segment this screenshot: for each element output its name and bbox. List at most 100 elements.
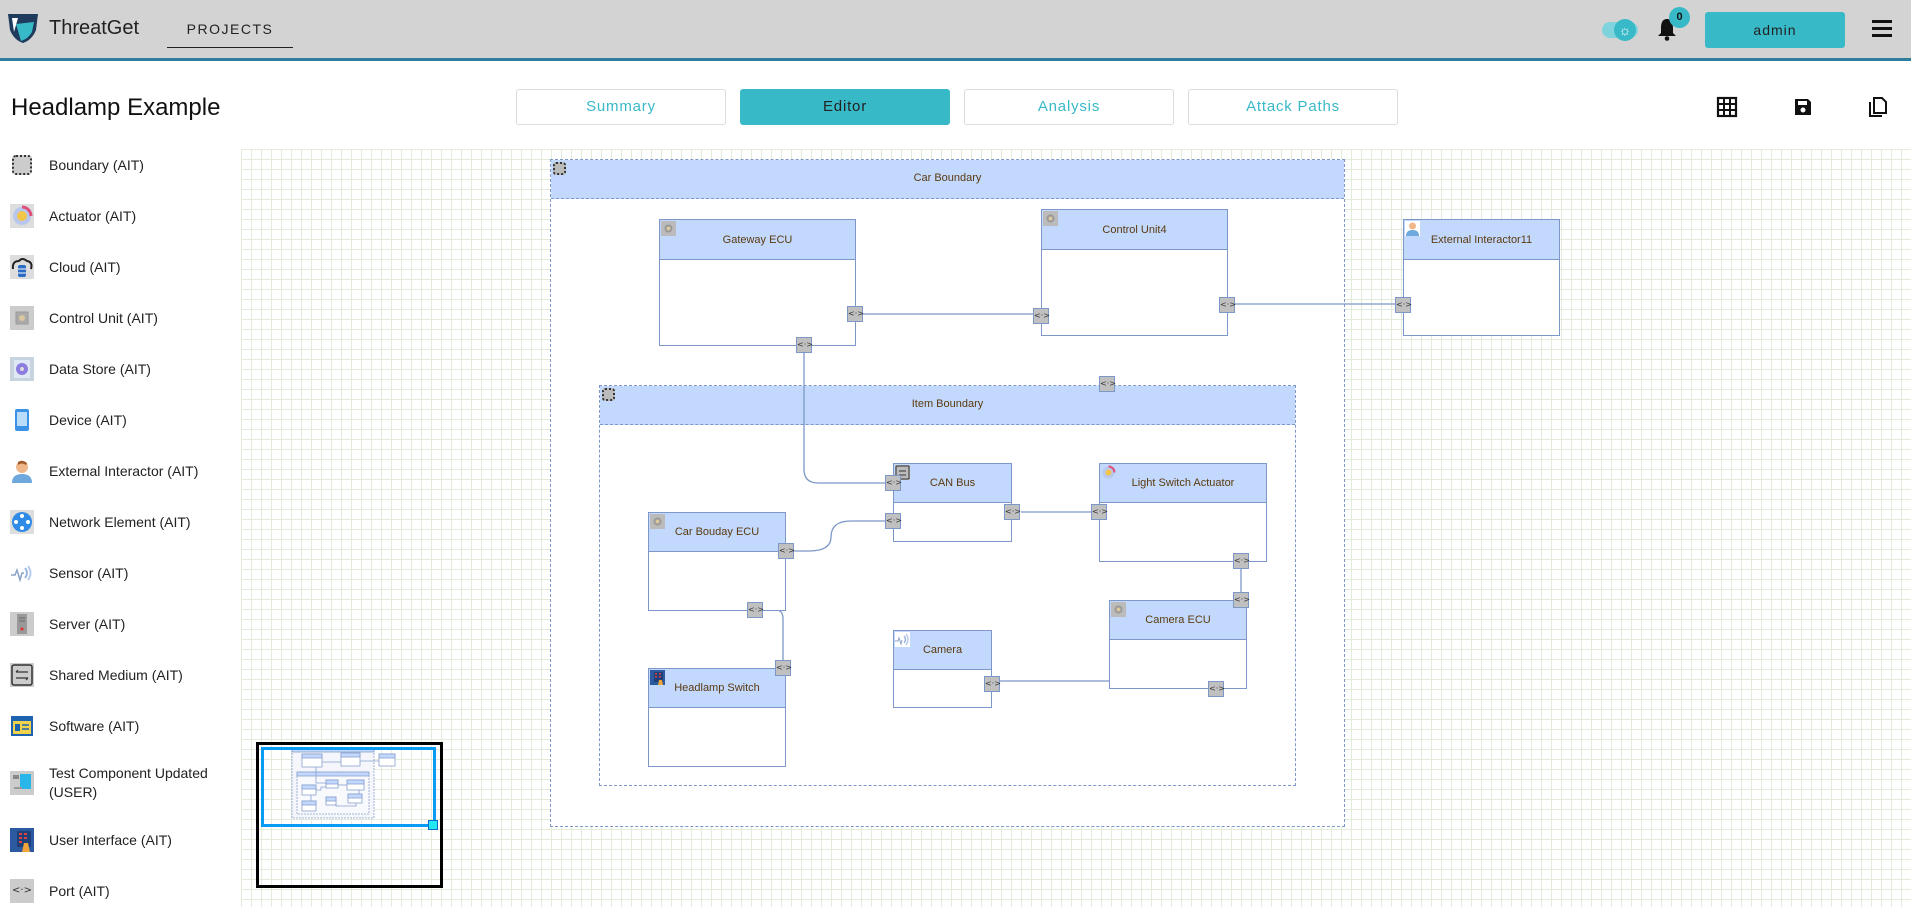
actuator-icon [1102, 465, 1116, 479]
palette-item-user-interface[interactable]: User Interface (AIT) [10, 825, 224, 855]
port-gateway-right[interactable]: <·> [847, 306, 864, 322]
palette-item-cloud[interactable]: Cloud (AIT) [10, 252, 224, 282]
connection-gateway-canbus[interactable] [803, 345, 895, 484]
tab-analysis[interactable]: Analysis [964, 89, 1174, 125]
connection-bouday-canbus[interactable] [793, 520, 895, 552]
palette-item-label: Boundary (AIT) [49, 156, 144, 173]
software-icon [10, 714, 34, 738]
minimap[interactable] [256, 742, 443, 888]
tab-editor[interactable]: Editor [740, 89, 950, 125]
palette-item-label: Network Element (AIT) [49, 513, 191, 530]
tab-summary[interactable]: Summary [516, 89, 726, 125]
port-item-boundary-top[interactable]: <·> [1099, 376, 1116, 392]
shared-medium-icon [10, 663, 34, 687]
palette-item-shared-medium[interactable]: Shared Medium (AIT) [10, 660, 224, 690]
node-car-bouday-ecu[interactable]: Car Bouday ECU [648, 512, 786, 611]
port-headlamp-top[interactable]: <·> [775, 660, 792, 676]
save-icon[interactable] [1792, 96, 1814, 118]
node-external-interactor11[interactable]: External Interactor11 [1403, 219, 1560, 336]
sensor-icon [895, 632, 910, 647]
node-label: Headlamp Switch [674, 682, 760, 694]
palette-item-server[interactable]: Server (AIT) [10, 609, 224, 639]
node-header: Camera [894, 631, 991, 670]
palette-item-actuator[interactable]: Actuator (AIT) [10, 201, 224, 231]
palette-item-label: Software (AIT) [49, 717, 140, 734]
node-label: Camera [922, 644, 963, 656]
palette-item-software[interactable]: Software (AIT) [10, 711, 224, 741]
palette-item-port[interactable]: <·> Port (AIT) [10, 876, 224, 906]
port-icon: <·> [10, 879, 34, 903]
palette-item-label: Server (AIT) [49, 615, 126, 632]
palette-item-control-unit[interactable]: Control Unit (AIT) [10, 303, 224, 333]
node-can-bus[interactable]: CAN Bus [893, 463, 1012, 542]
grid-icon[interactable] [1716, 96, 1738, 118]
actuator-icon [10, 204, 34, 228]
node-header: Camera ECU [1110, 601, 1246, 640]
node-header: Headlamp Switch [649, 669, 785, 708]
port-external-left[interactable]: <·> [1395, 297, 1412, 313]
palette-item-external-interactor[interactable]: External Interactor (AIT) [10, 456, 224, 486]
node-label: Light Switch Actuator [1131, 477, 1235, 489]
node-headlamp-switch[interactable]: Headlamp Switch [648, 668, 786, 767]
notification-count-badge: 0 [1669, 7, 1690, 28]
tab-attack-paths[interactable]: Attack Paths [1188, 89, 1398, 125]
node-light-switch-actuator[interactable]: Light Switch Actuator [1099, 463, 1267, 562]
port-cameraecu-bottom[interactable]: <·> [1208, 681, 1225, 697]
port-bouday-right[interactable]: <·> [778, 543, 795, 559]
node-camera[interactable]: Camera [893, 630, 992, 708]
node-label: Camera ECU [1145, 614, 1211, 626]
palette-item-device[interactable]: Device (AIT) [10, 405, 224, 435]
user-menu-button[interactable]: admin [1705, 12, 1845, 48]
minimap-resize-handle[interactable] [428, 820, 438, 830]
node-camera-ecu[interactable]: Camera ECU [1109, 600, 1247, 689]
port-lightswitch-left[interactable]: <·> [1091, 504, 1108, 520]
data-store-icon [10, 357, 34, 381]
port-gateway-bottom[interactable]: <·> [796, 337, 813, 353]
palette-item-label: Shared Medium (AIT) [49, 666, 183, 683]
port-canbus-left-bottom[interactable]: <·> [885, 513, 902, 529]
device-icon [10, 408, 34, 432]
nav-projects-link[interactable]: PROJECTS [167, 21, 293, 48]
palette-item-data-store[interactable]: Data Store (AIT) [10, 354, 224, 384]
node-label: Car Bouday ECU [674, 526, 760, 538]
palette-item-label: Data Store (AIT) [49, 360, 151, 377]
hamburger-menu-icon[interactable] [1872, 20, 1892, 38]
diagram-canvas[interactable]: Car Boundary Item Boundary Gateway ECU C… [241, 149, 1911, 907]
port-bouday-bottom[interactable]: <·> [747, 602, 764, 618]
palette-item-label: Test Component Updated (USER) [49, 765, 208, 800]
palette-item-label: User Interface (AIT) [49, 831, 172, 848]
control-unit-icon [661, 221, 676, 236]
port-control-left[interactable]: <·> [1033, 308, 1050, 324]
port-cameraecu-top[interactable]: <·> [1233, 592, 1250, 608]
boundary-icon [10, 153, 34, 177]
app-brand[interactable]: ThreatGet [49, 17, 139, 40]
palette-item-sensor[interactable]: Sensor (AIT) [10, 558, 224, 588]
minimap-viewport[interactable] [261, 747, 436, 827]
sun-icon[interactable]: ☼ [1614, 19, 1636, 41]
cloud-icon [10, 255, 34, 279]
user-interface-icon [10, 828, 34, 852]
port-canbus-right[interactable]: <·> [1004, 504, 1021, 520]
port-camera-right[interactable]: <·> [984, 676, 1001, 692]
port-canbus-left-top[interactable]: <·> [885, 475, 902, 491]
port-lightswitch-bottom[interactable]: <·> [1233, 553, 1250, 569]
external-interactor-icon [1405, 221, 1420, 236]
node-header: Light Switch Actuator [1100, 464, 1266, 503]
copy-icon[interactable] [1867, 96, 1889, 118]
node-label: External Interactor11 [1430, 233, 1533, 246]
palette-item-boundary[interactable]: Boundary (AIT) [10, 150, 224, 180]
control-unit-icon [650, 514, 665, 529]
node-gateway-ecu[interactable]: Gateway ECU [659, 219, 856, 346]
network-element-icon [10, 510, 34, 534]
threatget-logo-icon[interactable] [6, 12, 40, 44]
palette-item-network-element[interactable]: Network Element (AIT) [10, 507, 224, 537]
node-header: Control Unit4 [1042, 210, 1227, 250]
node-label: Gateway ECU [722, 233, 793, 246]
palette-item-label: Actuator (AIT) [49, 207, 137, 224]
node-control-unit4[interactable]: Control Unit4 [1041, 209, 1228, 336]
top-bar: ThreatGet PROJECTS ☼ 0 admin [0, 0, 1911, 61]
port-control-right[interactable]: <·> [1219, 297, 1236, 313]
server-icon [10, 612, 34, 636]
palette-item-test-component[interactable]: Test Component Updated (USER) [10, 762, 224, 804]
control-unit-icon [1111, 602, 1126, 617]
